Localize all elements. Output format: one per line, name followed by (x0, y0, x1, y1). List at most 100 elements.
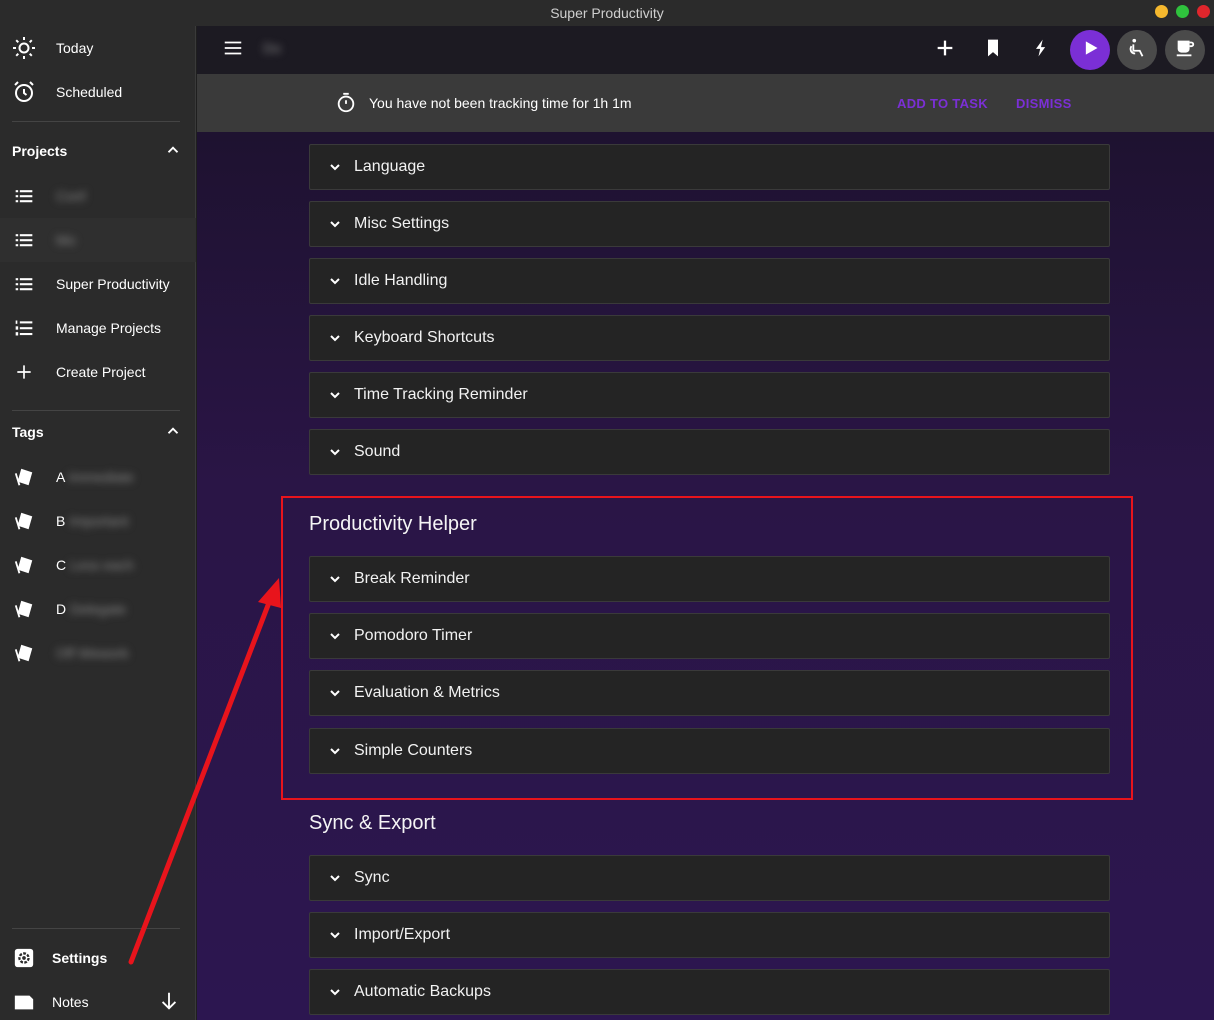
stopwatch-icon (335, 92, 357, 117)
sidebar-item-label: Today (56, 40, 94, 56)
list-icon (12, 184, 36, 208)
tags-icon (12, 509, 36, 533)
note-icon (12, 990, 36, 1014)
tags-header-label: Tags (12, 424, 44, 440)
sidebar-item-today[interactable]: Today (0, 26, 196, 70)
list-numbered-icon (12, 316, 36, 340)
panel-import-export[interactable]: Import/Export (309, 912, 1110, 958)
play-button[interactable] (1070, 30, 1110, 70)
panel-keyboard-shortcuts[interactable]: Keyboard Shortcuts (309, 315, 1110, 361)
arrow-down-icon[interactable] (158, 990, 180, 1015)
current-context-title: Do (263, 40, 281, 56)
bookmark-button[interactable] (973, 30, 1013, 70)
panel-title: Time Tracking Reminder (354, 386, 528, 403)
tags-header[interactable]: Tags (12, 422, 182, 442)
tag-prefix: A (56, 469, 65, 485)
focus-mode-button[interactable] (1021, 30, 1061, 70)
window-title: Super Productivity (550, 5, 664, 21)
tag-label: Off Wework (56, 645, 129, 661)
panel-language[interactable]: Language (309, 144, 1110, 190)
panel-simple-counters[interactable]: Simple Counters (309, 728, 1110, 774)
chevron-down-icon (326, 272, 344, 290)
divider (12, 121, 180, 122)
sidebar-item-create-project[interactable]: Create Project (0, 350, 196, 394)
gear-icon (12, 946, 36, 970)
chevron-down-icon (326, 570, 344, 588)
panel-title: Language (354, 158, 426, 175)
close-button[interactable] (1197, 5, 1210, 18)
plus-icon (12, 360, 36, 384)
menu-button[interactable] (213, 30, 253, 70)
maximize-button[interactable] (1176, 5, 1189, 18)
tag-label: Less each (70, 557, 134, 573)
sidebar-item-label: Conf (56, 188, 86, 204)
sidebar-item-label: Notes (52, 994, 89, 1010)
projects-header[interactable]: Projects (12, 141, 182, 161)
list-icon (12, 228, 36, 252)
sidebar-item-label: Settings (52, 950, 108, 966)
tag-label: Immediate (68, 469, 134, 485)
divider (12, 410, 180, 411)
panel-pomodoro-timer[interactable]: Pomodoro Timer (309, 613, 1110, 659)
panel-time-tracking-reminder[interactable]: Time Tracking Reminder (309, 372, 1110, 418)
sidebar-item-tag-c[interactable]: C Less each (0, 543, 196, 587)
panel-idle-handling[interactable]: Idle Handling (309, 258, 1110, 304)
sidebar-item-scheduled[interactable]: Scheduled (0, 70, 196, 114)
settings-content: Language Misc Settings Idle Handling Key… (197, 132, 1214, 1020)
chevron-up-icon[interactable] (164, 422, 182, 443)
panel-automatic-backups[interactable]: Automatic Backups (309, 969, 1110, 1015)
chevron-down-icon (326, 926, 344, 944)
panel-title: Idle Handling (354, 272, 448, 289)
dismiss-button[interactable]: DISMISS (1016, 96, 1072, 111)
panel-misc-settings[interactable]: Misc Settings (309, 201, 1110, 247)
sidebar-item-tag-e[interactable]: Off Wework (0, 631, 196, 675)
chevron-down-icon (326, 386, 344, 404)
chevron-up-icon[interactable] (164, 141, 182, 162)
add-to-task-button[interactable]: ADD TO TASK (897, 96, 988, 111)
sidebar-item-label: Mo (56, 232, 76, 248)
panel-sync[interactable]: Sync (309, 855, 1110, 901)
tag-prefix: C (56, 557, 67, 573)
panel-title: Simple Counters (354, 742, 473, 759)
break-button[interactable] (1165, 30, 1205, 70)
sidebar-item-project-conf[interactable]: Conf (0, 174, 196, 218)
tags-icon (12, 553, 36, 577)
divider (12, 928, 180, 929)
sidebar-item-label: Super Productivity (56, 276, 170, 292)
panel-break-reminder[interactable]: Break Reminder (309, 556, 1110, 602)
panel-sound[interactable]: Sound (309, 429, 1110, 475)
minimize-button[interactable] (1155, 5, 1168, 18)
panel-title: Pomodoro Timer (354, 627, 473, 644)
chevron-down-icon (326, 684, 344, 702)
play-icon (1080, 38, 1100, 63)
sidebar-item-project-mo[interactable]: Mo (0, 218, 196, 262)
sidebar: Today Scheduled Projects Conf Mo Super P… (0, 26, 196, 1020)
sidebar-item-notes[interactable]: Notes (0, 980, 196, 1020)
sidebar-item-tag-d[interactable]: D Delegate (0, 587, 196, 631)
panel-title: Break Reminder (354, 570, 470, 587)
chevron-down-icon (326, 158, 344, 176)
sidebar-item-tag-b[interactable]: B Important (0, 499, 196, 543)
sidebar-item-label: Manage Projects (56, 320, 162, 336)
panel-title: Import/Export (354, 926, 451, 943)
panel-title: Sound (354, 443, 401, 460)
chevron-down-icon (326, 869, 344, 887)
tag-prefix: D (56, 601, 67, 617)
sidebar-item-manage-projects[interactable]: Manage Projects (0, 306, 196, 350)
lightning-icon (1031, 37, 1051, 64)
add-task-button[interactable] (925, 30, 965, 70)
tags-icon (12, 597, 36, 621)
tag-label: Delegate (70, 601, 127, 617)
panel-evaluation-metrics[interactable]: Evaluation & Metrics (309, 670, 1110, 716)
alarm-clock-icon (12, 80, 36, 104)
sidebar-item-tag-a[interactable]: A Immediate (0, 455, 196, 499)
app-window: Super Productivity Today Scheduled Proje… (0, 0, 1214, 1020)
sidebar-item-project-super-productivity[interactable]: Super Productivity (0, 262, 196, 306)
chevron-down-icon (326, 329, 344, 347)
panel-title: Sync (354, 869, 390, 886)
sidebar-item-settings[interactable]: Settings (0, 936, 196, 980)
chevron-down-icon (326, 443, 344, 461)
window-controls (1155, 5, 1210, 18)
sidebar-item-label: Create Project (56, 364, 146, 380)
posture-break-button[interactable] (1117, 30, 1157, 70)
